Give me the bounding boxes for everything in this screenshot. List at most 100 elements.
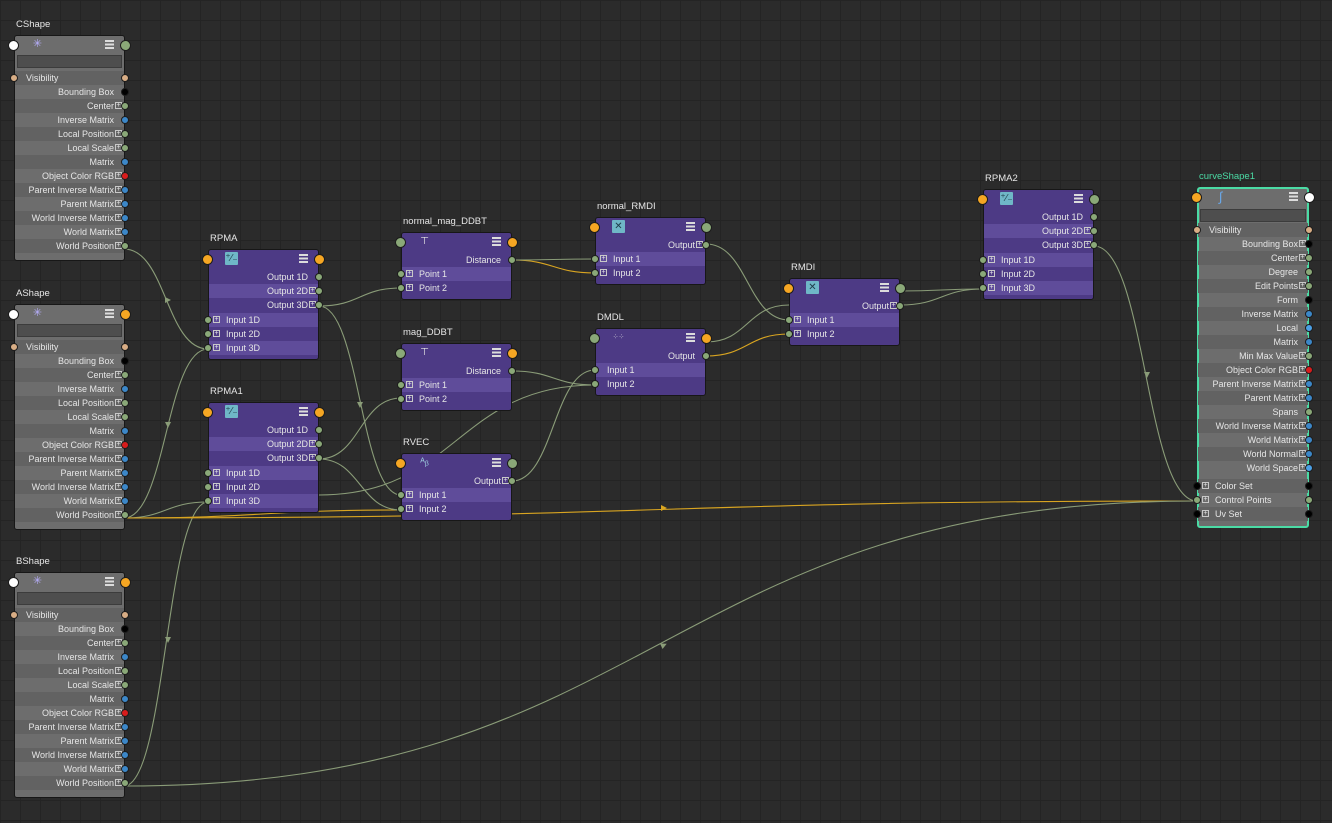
wire-bshape-world-position-to-control-points[interactable] — [123, 500, 1198, 787]
output-port[interactable] — [121, 723, 129, 731]
input-port[interactable] — [1193, 496, 1201, 504]
wire-ashape-world-position-to-rpma1-input3d[interactable] — [123, 501, 209, 519]
attribute-row[interactable]: Local Position + — [15, 664, 129, 678]
menu-icon[interactable] — [880, 283, 889, 292]
expand-icon[interactable]: + — [406, 270, 413, 277]
input-port[interactable] — [397, 505, 405, 513]
input-row[interactable]: + Point 1 — [397, 267, 511, 281]
node-mag-ddbt[interactable]: mag_DDBT ⊤ Distance + Point 1 + Point 2 — [395, 327, 518, 411]
node-input-port[interactable] — [1191, 192, 1202, 203]
output-port[interactable] — [1090, 213, 1098, 221]
expand-icon[interactable]: + — [213, 330, 220, 337]
attribute-row[interactable]: World Matrix + — [15, 762, 129, 776]
input-port[interactable] — [591, 269, 599, 277]
wire-normal-rmdi-output-to-rmdi-input1[interactable] — [705, 243, 790, 321]
output-row[interactable]: Output 3D + — [984, 238, 1098, 252]
attribute-row[interactable]: Center + — [15, 99, 129, 113]
output-row[interactable]: Output + — [402, 474, 516, 488]
output-port[interactable] — [121, 343, 129, 351]
attribute-row[interactable]: Bounding Box + — [1198, 237, 1313, 251]
node-name-field[interactable] — [1200, 209, 1306, 222]
input-port[interactable] — [204, 316, 212, 324]
attribute-row[interactable]: World Position + — [15, 239, 129, 253]
attribute-row[interactable]: Bounding Box — [15, 622, 129, 636]
attribute-row[interactable]: Object Color RGB + — [1198, 363, 1313, 377]
node-normal-mag-ddbt[interactable]: normal_mag_DDBT ⊤ Distance + Point 1 + Poi… — [395, 216, 518, 300]
node-normal-rmdi[interactable]: normal_RMDI ✕ Output + + Input 1 + Input 2 — [589, 201, 712, 285]
input-port[interactable] — [10, 343, 18, 351]
attribute-row[interactable]: Center + — [15, 636, 129, 650]
expand-icon[interactable]: + — [213, 497, 220, 504]
wire-rpma-output3d-to-rvec-input1[interactable] — [318, 305, 402, 496]
output-port[interactable] — [121, 200, 129, 208]
output-port[interactable] — [121, 116, 129, 124]
output-port[interactable] — [121, 385, 129, 393]
attribute-row[interactable]: Center + — [15, 368, 129, 382]
attribute-row[interactable]: Parent Matrix + — [1198, 391, 1313, 405]
menu-icon[interactable] — [299, 254, 308, 263]
output-port[interactable] — [702, 241, 710, 249]
attribute-row[interactable]: Degree — [1198, 265, 1313, 279]
attribute-row[interactable]: World Inverse Matrix + — [15, 211, 129, 225]
node-output-port[interactable] — [120, 40, 131, 51]
input-row[interactable]: Input 1 — [591, 363, 705, 377]
node-name-field[interactable] — [17, 324, 122, 337]
input-port[interactable] — [397, 270, 405, 278]
attribute-row[interactable]: Parent Inverse Matrix + — [1198, 377, 1313, 391]
output-port[interactable] — [896, 302, 904, 310]
output-port[interactable] — [1305, 464, 1313, 472]
menu-icon[interactable] — [105, 577, 114, 586]
menu-icon[interactable] — [492, 348, 501, 357]
output-port[interactable] — [121, 88, 129, 96]
wire-rpma1-output3d-to-mag-point2[interactable] — [318, 397, 402, 460]
output-port[interactable] — [121, 653, 129, 661]
input-port[interactable] — [785, 330, 793, 338]
output-port[interactable] — [121, 427, 129, 435]
wire-dmdl-output-to-rmdi-input2[interactable] — [705, 333, 790, 357]
output-row[interactable]: Distance — [402, 364, 516, 378]
node-output-port[interactable] — [314, 254, 325, 265]
output-port[interactable] — [1305, 296, 1313, 304]
attribute-row[interactable]: Form — [1198, 293, 1313, 307]
node-input-port[interactable] — [395, 237, 406, 248]
menu-icon[interactable] — [686, 222, 695, 231]
output-row[interactable]: Output 1D — [209, 270, 323, 284]
input-row[interactable]: + Input 2 — [591, 266, 705, 280]
node-input-port[interactable] — [8, 309, 19, 320]
output-port[interactable] — [1305, 282, 1313, 290]
attribute-row[interactable]: Local Position + — [15, 127, 129, 141]
output-row[interactable]: Distance — [402, 253, 516, 267]
output-port[interactable] — [1305, 324, 1313, 332]
node-rvec[interactable]: RVEC ᴬᵦ Output + + Input 1 + Input 2 — [395, 437, 518, 521]
output-port[interactable] — [508, 367, 516, 375]
node-input-port[interactable] — [8, 40, 19, 51]
input-port[interactable] — [204, 497, 212, 505]
output-port[interactable] — [121, 455, 129, 463]
input-row[interactable]: + Control Points — [1193, 493, 1313, 507]
input-row[interactable]: + Input 1D — [979, 253, 1093, 267]
attribute-row[interactable]: Local Scale + — [15, 410, 129, 424]
input-port[interactable] — [10, 74, 18, 82]
input-row[interactable]: + Input 3D — [979, 281, 1093, 295]
input-port[interactable] — [204, 330, 212, 338]
output-port[interactable] — [1305, 226, 1313, 234]
expand-icon[interactable]: + — [213, 469, 220, 476]
node-input-port[interactable] — [589, 333, 600, 344]
wire-cshape-world-position-to-rpma-input3d[interactable] — [123, 248, 209, 350]
output-port[interactable] — [1305, 254, 1313, 262]
output-port[interactable] — [121, 74, 129, 82]
output-port[interactable] — [121, 214, 129, 222]
input-row[interactable]: + Input 1 — [785, 313, 899, 327]
expand-icon[interactable]: + — [213, 316, 220, 323]
attribute-row[interactable]: Parent Matrix + — [15, 734, 129, 748]
input-port[interactable] — [397, 284, 405, 292]
attribute-row[interactable]: Object Color RGB + — [15, 169, 129, 183]
input-port[interactable] — [397, 395, 405, 403]
output-row[interactable]: Output 3D + — [209, 298, 323, 312]
output-port[interactable] — [121, 611, 129, 619]
attribute-row[interactable]: Inverse Matrix — [15, 382, 129, 396]
node-output-port[interactable] — [120, 309, 131, 320]
attribute-row[interactable]: Visibility — [10, 608, 129, 622]
output-port[interactable] — [315, 454, 323, 462]
output-port[interactable] — [121, 172, 129, 180]
